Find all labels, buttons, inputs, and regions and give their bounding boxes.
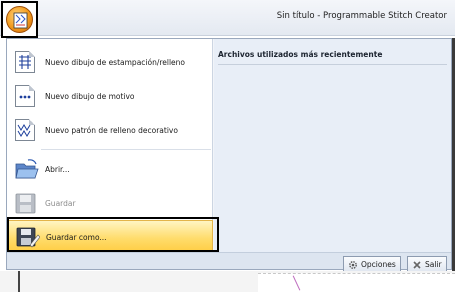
menu-item-label: Nuevo dibujo de estampación/relleno [45, 57, 186, 67]
recent-files-separator [218, 64, 447, 65]
menu-item-label: Nuevo patrón de relleno decorativo [45, 125, 178, 135]
menu-item-new-fill-pattern[interactable]: Nuevo dibujo de estampación/relleno [7, 45, 213, 79]
menu-item-label: Nuevo dibujo de motivo [45, 91, 135, 101]
recent-files-panel: Archivos utilizados más recientemente [214, 39, 451, 252]
ruler-line [18, 271, 20, 292]
gear-icon [348, 260, 358, 270]
menu-item-open[interactable]: Abrir... [7, 152, 213, 186]
menu-item-new-decorative-fill[interactable]: Nuevo patrón de relleno decorativo [7, 113, 213, 147]
exit-button-label: Salir [425, 260, 442, 269]
save-icon [15, 192, 37, 214]
new-decorative-fill-icon [15, 119, 37, 141]
menu-item-save[interactable]: Guardar [7, 186, 213, 220]
design-canvas[interactable] [258, 273, 455, 292]
window-title: Sin título - Programmable Stitch Creator [276, 11, 447, 21]
workspace-strip [0, 271, 455, 292]
title-bar: Sin título - Programmable Stitch Creator [0, 0, 455, 36]
app-button-frame [1, 1, 38, 38]
recent-files-title: Archivos utilizados más recientemente [218, 50, 383, 59]
menu-separator [41, 149, 211, 150]
needle-grid-icon [13, 12, 28, 29]
app-menu-button[interactable] [6, 6, 33, 33]
options-button-label: Opciones [361, 260, 396, 269]
new-fill-pattern-icon [15, 51, 37, 73]
new-motif-icon [15, 85, 37, 107]
menu-item-new-motif[interactable]: Nuevo dibujo de motivo [7, 79, 213, 113]
save-as-callout-frame [7, 217, 219, 252]
menu-item-label: Guardar [45, 198, 76, 208]
menu-item-label: Abrir... [45, 164, 70, 174]
open-folder-icon [15, 158, 39, 180]
close-icon [412, 260, 422, 270]
